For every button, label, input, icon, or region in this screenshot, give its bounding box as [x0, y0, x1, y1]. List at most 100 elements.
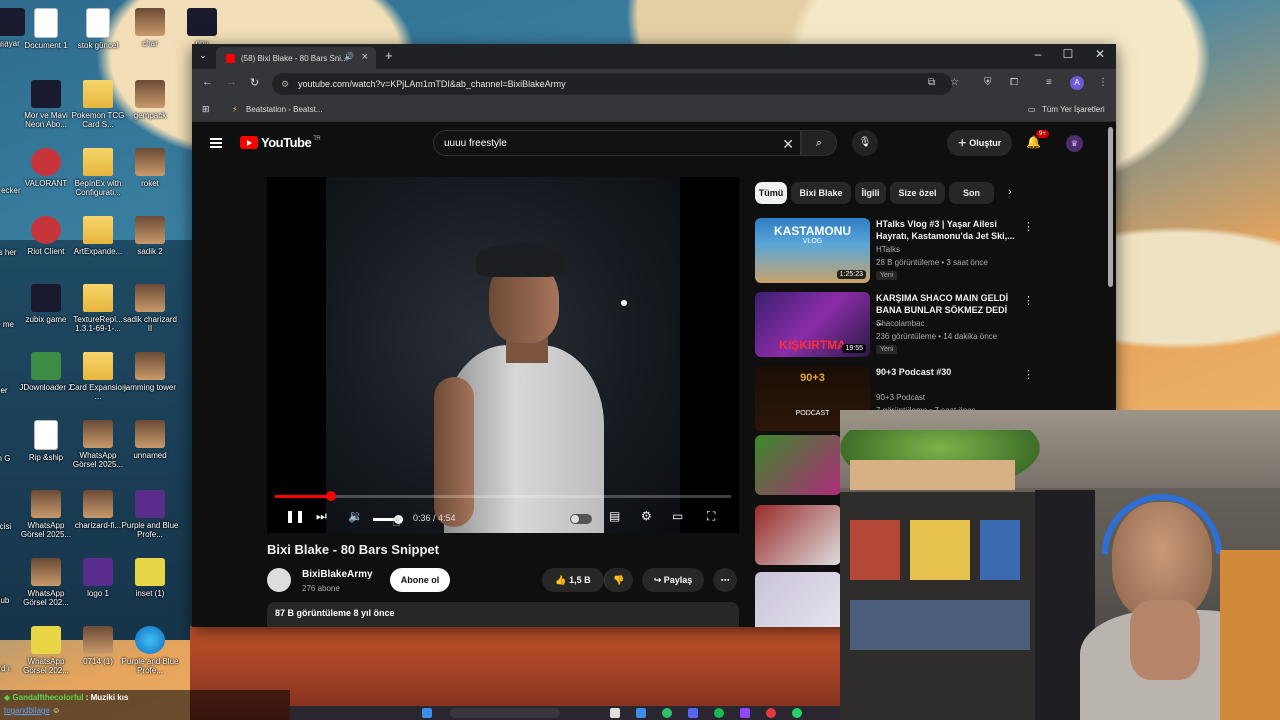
chevron-right-icon[interactable]: ›: [1008, 186, 1012, 198]
desktop-icon[interactable]: TextureRepl... 1.3.1-69-1-...: [68, 284, 128, 333]
desktop-icon[interactable]: sadik charizard II: [120, 284, 180, 333]
desktop-icon[interactable]: stok güncel: [68, 8, 128, 50]
recommendation-channel[interactable]: Shacolambac: [876, 319, 924, 328]
next-video-icon[interactable]: ⏭: [316, 509, 327, 524]
pause-icon[interactable]: ❚❚: [285, 509, 305, 523]
more-vertical-icon[interactable]: ⋮: [1023, 368, 1034, 381]
desktop-icon[interactable]: VALORANT: [16, 148, 76, 188]
new-tab-button[interactable]: +: [385, 48, 393, 63]
desktop-icon[interactable]: unnamed: [120, 420, 180, 460]
fullscreen-icon[interactable]: ⛶: [707, 509, 715, 524]
forward-icon[interactable]: →: [226, 76, 237, 88]
create-button[interactable]: ＋ Oluştur: [947, 130, 1012, 156]
recommendation-thumbnail[interactable]: [755, 435, 841, 495]
desktop-icon[interactable]: WhatsApp Görsel 2025...: [16, 490, 76, 539]
subtitles-icon[interactable]: ▤: [609, 509, 620, 523]
filter-chip[interactable]: Tümü: [755, 182, 787, 204]
dislike-button[interactable]: 👎: [604, 568, 633, 592]
bookmark-star-icon[interactable]: ☆: [950, 77, 959, 88]
youtube-logo[interactable]: YouTube TR: [240, 135, 321, 150]
recommendation-thumbnail[interactable]: KASTAMONU VLOG 1:25:23: [755, 218, 870, 283]
desktop-icon[interactable]: logo 1: [68, 558, 128, 598]
more-vertical-icon[interactable]: ⋮: [1023, 294, 1034, 307]
discord-icon[interactable]: [688, 708, 698, 718]
back-icon[interactable]: ←: [202, 76, 213, 88]
address-bar[interactable]: ⚙ youtube.com/watch?v=KPjLAm1mTDI&ab_cha…: [272, 73, 952, 95]
desktop-icon[interactable]: Pokemon TCG Card S...: [68, 80, 128, 129]
search-button[interactable]: ⌕: [801, 130, 837, 156]
recommendation-title[interactable]: 90+3 Podcast #30: [876, 366, 1016, 378]
twitch-icon[interactable]: [740, 708, 750, 718]
account-avatar[interactable]: ♛: [1066, 135, 1083, 152]
whatsapp-icon[interactable]: [792, 708, 802, 718]
bookmark-beatstation[interactable]: Beatstation - Beatst...: [246, 105, 322, 114]
filter-chip[interactable]: İlgili: [855, 182, 886, 204]
desktop-icon[interactable]: charizard-fi...: [68, 490, 128, 530]
filter-chip[interactable]: Son: [949, 182, 994, 204]
reload-icon[interactable]: ↻: [250, 76, 259, 89]
channel-avatar[interactable]: [267, 568, 291, 592]
desktop-icon[interactable]: Card Expansion ...: [68, 352, 128, 401]
recommendation-thumbnail[interactable]: KIŞKIRTMA 19:55: [755, 292, 870, 357]
maximize-icon[interactable]: ☐: [1058, 47, 1078, 61]
tab-audio-icon[interactable]: 🔊: [344, 52, 354, 61]
recommendation-item[interactable]: KIŞKIRTMA 19:55 KARŞIMA SHACO MAIN GELDİ B…: [755, 292, 1055, 360]
progress-scrubber[interactable]: [325, 491, 336, 501]
volume-icon[interactable]: 🔉: [348, 509, 363, 523]
notifications-button[interactable]: 🔔 9+: [1026, 130, 1049, 149]
autoplay-toggle[interactable]: [570, 514, 592, 524]
desktop-icon[interactable]: BepInEx with Configurati...: [68, 148, 128, 197]
desktop-icon[interactable]: 0714 (1): [68, 626, 128, 666]
desktop-icon[interactable]: jamming tower: [120, 352, 180, 392]
desktop-icon[interactable]: sadik 2: [120, 216, 180, 256]
taskbar-search[interactable]: [450, 708, 560, 718]
desktop-icon[interactable]: npv: [172, 8, 232, 48]
media-control-icon[interactable]: ≡: [1046, 77, 1052, 88]
desktop-icon[interactable]: ArtExpande...: [68, 216, 128, 256]
channel-name[interactable]: BixiBlakeArmy: [302, 569, 373, 580]
windows-start-icon[interactable]: [422, 708, 432, 718]
desktop-icon[interactable]: roket: [120, 148, 180, 188]
voice-search-button[interactable]: 🎙: [852, 130, 878, 156]
settings-gear-icon[interactable]: ⚙: [641, 509, 652, 523]
more-vertical-icon[interactable]: ⋮: [1023, 220, 1034, 233]
edge-icon[interactable]: [636, 708, 646, 718]
recommendation-channel[interactable]: HTalks: [876, 245, 900, 254]
spotify-icon[interactable]: [714, 708, 724, 718]
extension-shield-icon[interactable]: ⛨: [984, 77, 992, 88]
recommendation-thumbnail[interactable]: [755, 505, 841, 565]
obs-icon[interactable]: [766, 708, 776, 718]
desktop-icon[interactable]: inset (1): [120, 558, 180, 598]
hamburger-menu-icon[interactable]: [210, 138, 222, 148]
desktop-icon[interactable]: Purple and Blue Profe...: [120, 626, 180, 675]
desktop-icon[interactable]: char: [120, 8, 180, 48]
recommendation-thumbnail[interactable]: [755, 572, 841, 627]
more-actions-button[interactable]: ⋯: [713, 568, 737, 592]
site-info-icon[interactable]: ⚙: [281, 73, 289, 95]
share-button[interactable]: ↪ Paylaş: [642, 568, 704, 592]
filter-chip[interactable]: Bixi Blake: [791, 182, 851, 204]
subscribe-button[interactable]: Abone ol: [390, 568, 450, 592]
progress-bar[interactable]: [275, 491, 731, 501]
tab-close-icon[interactable]: ×: [362, 51, 368, 63]
filter-chip[interactable]: Size özel: [890, 182, 945, 204]
search-input[interactable]: uuuu freestyle ✕: [433, 130, 801, 156]
chrome-icon[interactable]: [662, 708, 672, 718]
scrollbar[interactable]: [1108, 127, 1113, 287]
extensions-puzzle-icon[interactable]: ⧠: [1010, 77, 1018, 88]
recommendation-item[interactable]: KASTAMONU VLOG 1:25:23 HTalks Vlog #3 | Yaş…: [755, 218, 1055, 286]
tab-search-icon[interactable]: ⌄: [196, 50, 210, 64]
minimize-icon[interactable]: –: [1028, 47, 1048, 61]
profile-avatar[interactable]: A: [1070, 76, 1084, 90]
desktop-icon[interactable]: Mor ve Mavi Neon Abo...: [16, 80, 76, 129]
desktop-icon[interactable]: WhatsApp Görsel 2025...: [68, 420, 128, 469]
install-app-icon[interactable]: ⧉: [928, 77, 935, 88]
theater-mode-icon[interactable]: ▭: [672, 509, 683, 523]
desktop-icon[interactable]: Purple and Blue Profe...: [120, 490, 180, 539]
like-button[interactable]: 👍 1,5 B: [542, 568, 604, 592]
apps-grid-icon[interactable]: ⊞: [202, 104, 210, 115]
chrome-menu-icon[interactable]: ⋮: [1098, 77, 1108, 88]
video-player[interactable]: ❚❚ ⏭ 🔉 0:36 / 4:54 ▤ ⚙ ▭ ⛶ ☝: [267, 177, 739, 533]
file-explorer-icon[interactable]: [610, 708, 620, 718]
recommendation-title[interactable]: HTalks Vlog #3 | Yaşar Ailesi Hayratı, K…: [876, 218, 1016, 242]
